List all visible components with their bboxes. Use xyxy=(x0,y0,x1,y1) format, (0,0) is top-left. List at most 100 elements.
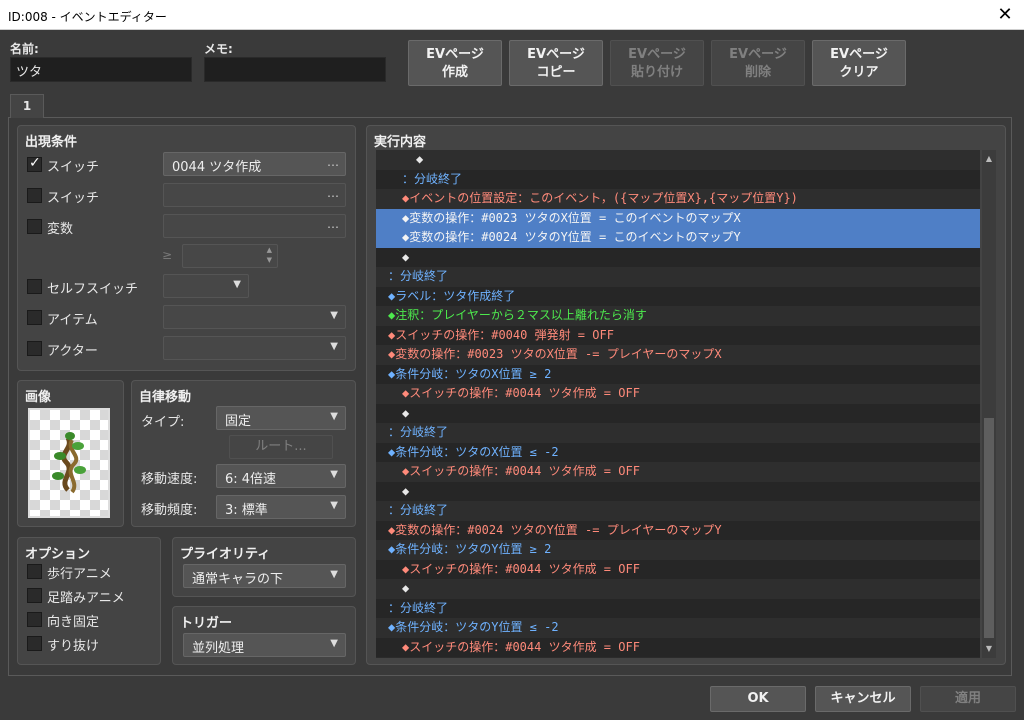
title-bar: ID:008 - イベントエディター ✕ xyxy=(0,0,1024,30)
command-row[interactable]: ◆スイッチの操作：#0044 ツタ作成 = OFF xyxy=(376,637,980,657)
ev-page-paste-button[interactable]: EVページ 貼り付け xyxy=(610,40,704,86)
self-switch-checkbox[interactable] xyxy=(27,279,42,294)
item-select[interactable]: ▼ xyxy=(163,305,346,329)
variable-number-stepper[interactable]: ▲ ▼ xyxy=(182,244,278,268)
chevron-down-icon: ▼ xyxy=(330,469,338,480)
button-line1: EVページ xyxy=(628,47,686,62)
command-row[interactable]: ◆変数の操作：#0023 ツタのX位置 -= プレイヤーのマップX xyxy=(376,345,980,365)
tab-page-1[interactable]: 1 xyxy=(10,94,44,118)
ev-page-create-button[interactable]: EVページ 作成 xyxy=(408,40,502,86)
chevron-down-icon: ▼ xyxy=(330,341,338,352)
command-row[interactable]: ◆注釈：プレイヤーから２マス以上離れたら消す xyxy=(376,306,980,326)
command-row[interactable]: ◆スイッチの操作：#0044 ツタ作成 = OFF xyxy=(376,384,980,404)
command-list[interactable]: ◆ ：分岐終了 ◆イベントの位置設定：このイベント，({マップ位置X},{マップ位置… xyxy=(376,150,980,658)
move-freq-label: 移動頻度: xyxy=(141,503,198,518)
step-anime-checkbox[interactable] xyxy=(27,588,42,603)
command-row[interactable]: ：分岐終了 xyxy=(376,169,980,189)
chevron-down-icon: ▼ xyxy=(233,279,241,290)
command-text: ◆スイッチの操作：#0044 ツタ作成 = OFF xyxy=(402,639,640,654)
command-row[interactable]: ◆変数の操作：#0024 ツタのY位置 -= プレイヤーのマップY xyxy=(376,520,980,540)
variable-select[interactable]: … xyxy=(163,214,346,238)
switch2-checkbox[interactable] xyxy=(27,188,42,203)
chevron-down-icon: ▼ xyxy=(330,310,338,321)
command-row[interactable]: ◆ xyxy=(376,150,980,170)
memo-field[interactable] xyxy=(204,57,386,82)
priority-value: 通常キャラの下 xyxy=(192,572,284,587)
ok-button[interactable]: OK xyxy=(710,686,806,712)
switch2-select[interactable]: … xyxy=(163,183,346,207)
move-speed-select[interactable]: 6: 4倍速 ▼ xyxy=(216,464,346,488)
command-row[interactable]: ◆条件分岐：ツタのX位置 ≥ 2 xyxy=(376,364,980,384)
switch1-value: 0044 ツタ作成 xyxy=(172,160,262,175)
actor-select[interactable]: ▼ xyxy=(163,336,346,360)
actor-checkbox[interactable] xyxy=(27,341,42,356)
command-row[interactable]: ◆スイッチの操作：#0044 ツタ作成 = OFF xyxy=(376,462,980,482)
ev-page-copy-button[interactable]: EVページ コピー xyxy=(509,40,603,86)
move-type-value: 固定 xyxy=(225,414,252,429)
route-button[interactable]: ルート... xyxy=(229,435,333,459)
vine-sprite-icon xyxy=(52,432,86,494)
through-label: すり抜け xyxy=(47,639,100,654)
scroll-down-icon[interactable]: ▼ xyxy=(982,642,996,656)
close-icon[interactable]: ✕ xyxy=(994,4,1016,26)
walk-anime-label: 歩行アニメ xyxy=(47,567,112,582)
direction-fix-checkbox[interactable] xyxy=(27,612,42,627)
command-row[interactable]: ：分岐終了 xyxy=(376,501,980,521)
trigger-select[interactable]: 並列処理 ▼ xyxy=(183,633,346,657)
move-freq-select[interactable]: 3: 標準 ▼ xyxy=(216,495,346,519)
command-row[interactable]: ◆スイッチの操作：#0044 ツタ作成 = OFF xyxy=(376,559,980,579)
self-switch-select[interactable]: ▼ xyxy=(163,274,249,298)
switch1-select[interactable]: 0044 ツタ作成 … xyxy=(163,152,346,176)
event-graphic[interactable] xyxy=(28,408,110,518)
direction-fix-label: 向き固定 xyxy=(47,615,100,630)
command-row[interactable]: ◆スイッチの操作：#0040 弾発射 = OFF xyxy=(376,325,980,345)
command-text: ◆ラベル：ツタ作成終了 xyxy=(388,288,516,303)
memo-label: メモ: xyxy=(204,42,233,56)
command-row[interactable]: ◆変数の操作：#0023 ツタのX位置 = このイベントのマップX xyxy=(376,208,980,228)
command-row[interactable]: ◆条件分岐：ツタのX位置 ≤ -2 xyxy=(376,442,980,462)
command-row[interactable]: ◆ xyxy=(376,481,980,501)
command-row[interactable]: ◆ xyxy=(376,579,980,599)
command-text: ◆条件分岐：ツタのX位置 ≤ -2 xyxy=(388,444,559,459)
priority-select[interactable]: 通常キャラの下 ▼ xyxy=(183,564,346,588)
chevron-down-icon: ▼ xyxy=(330,569,338,580)
self-switch-label: セルフスイッチ xyxy=(47,282,139,297)
through-checkbox[interactable] xyxy=(27,636,42,651)
command-row[interactable]: ◆条件分岐：ツタのY位置 ≥ 2 xyxy=(376,540,980,560)
command-row[interactable]: ：分岐終了 xyxy=(376,423,980,443)
command-text: ◆変数の操作：#0024 ツタのY位置 -= プレイヤーのマップY xyxy=(388,522,722,537)
button-line2: 削除 xyxy=(744,65,771,80)
ev-page-delete-button[interactable]: EVページ 削除 xyxy=(711,40,805,86)
item-label: アイテム xyxy=(47,313,98,328)
variable-checkbox[interactable] xyxy=(27,219,42,234)
command-list-scrollbar[interactable]: ▲ ▼ xyxy=(982,150,996,658)
command-text: ◆スイッチの操作：#0044 ツタ作成 = OFF xyxy=(402,561,640,576)
scrollbar-thumb[interactable] xyxy=(984,418,994,638)
scroll-up-icon[interactable]: ▲ xyxy=(982,152,996,166)
autonomous-title: 自律移動 xyxy=(139,390,192,405)
command-text: ◆スイッチの操作：#0044 ツタ作成 = OFF xyxy=(402,386,640,400)
command-text: ◆条件分岐：ツタのY位置 ≥ 2 xyxy=(388,542,552,556)
name-field[interactable]: ツタ xyxy=(10,57,192,82)
ev-page-clear-button[interactable]: EVページ クリア xyxy=(812,40,906,86)
switch2-label: スイッチ xyxy=(47,191,100,206)
command-row[interactable]: ◆ xyxy=(376,403,980,423)
command-row[interactable]: ◆条件分岐：ツタのY位置 ≤ -2 xyxy=(376,618,980,638)
command-text: ◆スイッチの操作：#0040 弾発射 = OFF xyxy=(388,327,614,342)
apply-button[interactable]: 適用 xyxy=(920,686,1016,712)
walk-anime-checkbox[interactable] xyxy=(27,564,42,579)
command-row[interactable]: ◆ラベル：ツタ作成終了 xyxy=(376,286,980,306)
item-checkbox[interactable] xyxy=(27,310,42,325)
move-freq-value: 3: 標準 xyxy=(225,503,268,518)
command-text: ：分岐終了 xyxy=(388,600,449,615)
command-row[interactable]: ◆ xyxy=(376,247,980,267)
move-type-select[interactable]: 固定 ▼ xyxy=(216,406,346,430)
cancel-button[interactable]: キャンセル xyxy=(815,686,911,712)
button-line2: 作成 xyxy=(441,65,468,80)
command-row[interactable]: ◆変数の操作：#0024 ツタのY位置 = このイベントのマップY xyxy=(376,228,980,248)
switch1-checkbox[interactable]: ✓ xyxy=(27,155,42,172)
command-row[interactable]: ：分岐終了 xyxy=(376,267,980,287)
command-row[interactable]: ：分岐終了 xyxy=(376,598,980,618)
command-row[interactable]: ◆イベントの位置設定：このイベント，({マップ位置X},{マップ位置Y}) xyxy=(376,189,980,209)
variable-operator: ≥ xyxy=(162,248,173,262)
